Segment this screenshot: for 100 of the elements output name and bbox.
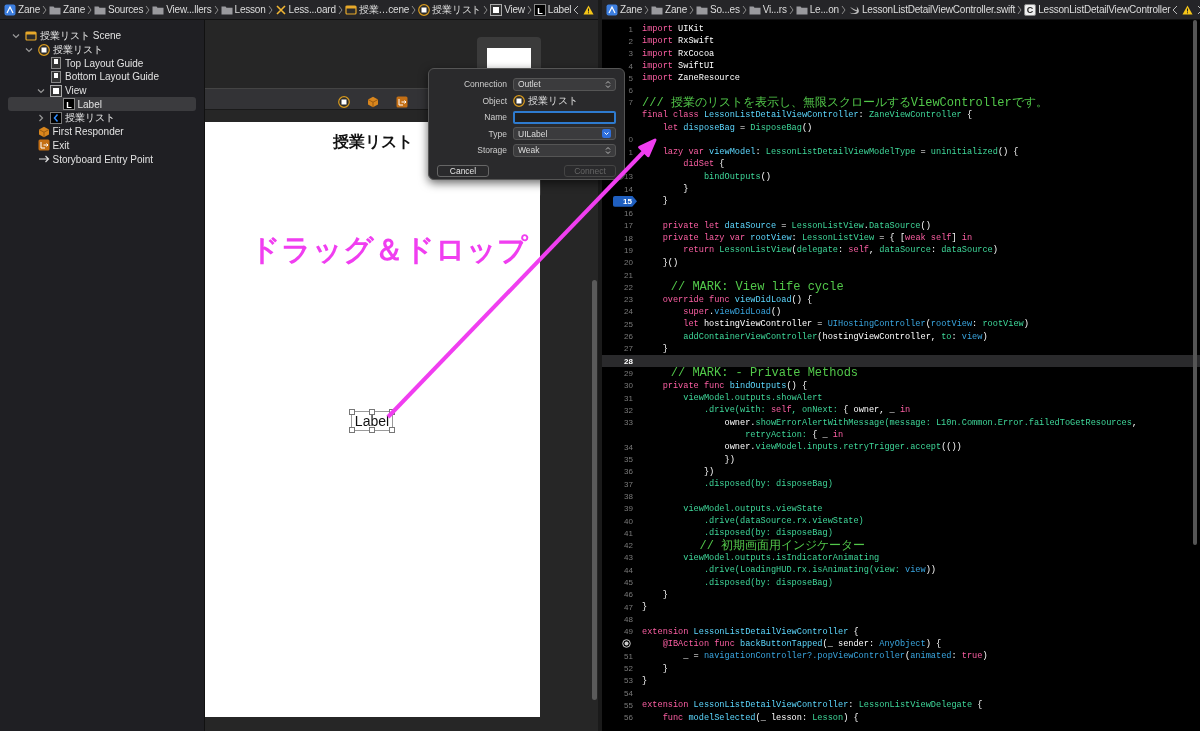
updown-chevron-icon (605, 145, 611, 155)
line-number: 23 (624, 295, 633, 305)
breadcrumb-item[interactable]: LessonListDetailViewController.swift (847, 3, 1016, 16)
code-line: lazy var viewModel: LessonListDetailViewModelType = uninitialized() { (661, 147, 1019, 158)
outline-item[interactable]: 授業リスト (8, 111, 196, 125)
line-number: 38 (624, 491, 633, 501)
breakpoint-badge[interactable]: 15 (613, 195, 637, 207)
line-number: 1 (628, 147, 633, 157)
breadcrumb-item[interactable]: C LessonListDetailViewController (1024, 3, 1171, 16)
line-number: 53 (624, 676, 633, 686)
chevron-icon (87, 4, 92, 15)
code-line: import RxSwift (642, 36, 715, 47)
breadcrumb-item[interactable]: Zane (606, 3, 642, 16)
code-line: let hostingViewController = UIHostingController(rootView: rootView) (682, 319, 1029, 330)
code-line: } (661, 589, 668, 600)
chevron-icon (411, 4, 417, 15)
selected-label[interactable]: Label (352, 412, 392, 430)
navigation-title: 授業リスト (332, 132, 413, 153)
breadcrumb-item[interactable]: 授業リスト (418, 2, 482, 17)
line-number: 6 (628, 86, 633, 96)
dropdown-icon[interactable] (602, 129, 611, 139)
code-line: }() (661, 257, 679, 268)
code-line: .disposed(by: disposeBag) (702, 479, 833, 490)
name-field[interactable] (513, 110, 616, 124)
field-label: Storage (476, 145, 507, 156)
code-line: func modelSelected(_ lesson: Lesson) { (661, 712, 859, 723)
line-number: 35 (624, 455, 633, 465)
connection-circle-icon[interactable] (622, 639, 631, 649)
scrollbar[interactable] (592, 280, 597, 700)
code-line: } (682, 184, 689, 194)
code-line: .disposed(by: disposeBag) (702, 577, 833, 588)
breadcrumb-item[interactable]: Lesson (220, 3, 266, 16)
line-number: 2 (628, 36, 633, 46)
line-number: 25 (624, 319, 633, 329)
warning-icon[interactable] (583, 4, 595, 15)
line-number: 56 (624, 713, 633, 723)
line-number: 33 (624, 418, 633, 428)
code-line: return LessonListView(delegate: self, dataSource: dataSource) (682, 245, 998, 256)
breadcrumb-item[interactable]: Zane (4, 3, 40, 16)
outline-item[interactable]: L Label (8, 97, 196, 112)
outline-item[interactable]: Storyboard Entry Point (8, 152, 196, 166)
code-line: private let dataSource = LessonListView.DataSource() (661, 220, 931, 231)
outline-item[interactable]: 授業リスト (8, 42, 196, 57)
code-line: import UIKit (642, 24, 704, 35)
code-line: extension LessonListDetailViewController: LessonListViewDelegate { (642, 700, 983, 711)
scrollbar[interactable] (1193, 20, 1197, 545)
code-line: .drive(dataSource.rx.viewState) (702, 516, 864, 526)
line-number: 26 (624, 332, 633, 342)
popup-button[interactable]: Outlet (513, 77, 616, 91)
breadcrumb-item[interactable]: Sources (94, 3, 144, 16)
breadcrumb-item[interactable]: Le...on (795, 3, 839, 16)
back-chevron-icon[interactable] (573, 4, 580, 15)
code-line: // MARK: - Private Methods (669, 367, 859, 380)
disclosure-icon[interactable] (37, 86, 45, 95)
code-line: override func viewDidLoad() { (661, 294, 813, 305)
scene-icon (25, 29, 37, 42)
code-line: let disposeBag = DisposeBag() (661, 122, 813, 133)
warning-icon[interactable] (1182, 4, 1194, 15)
breadcrumb-item[interactable]: View (490, 3, 525, 16)
outline-item[interactable]: Exit (8, 138, 196, 153)
dialog-button[interactable]: Cancel (437, 164, 489, 177)
back-chevron-icon[interactable] (1172, 4, 1179, 15)
line-number: 31 (624, 393, 633, 403)
line-number: 27 (624, 344, 633, 354)
field-label: Object (481, 95, 507, 106)
code-line: } (661, 343, 668, 354)
chevron-icon (483, 4, 489, 15)
app-icon (606, 3, 618, 16)
breadcrumb-item[interactable]: 授業…cene (344, 2, 410, 17)
outline-item[interactable]: Top Layout Guide (8, 56, 196, 71)
code-line: didSet { (682, 159, 725, 170)
popup-button[interactable]: Weak (513, 143, 616, 157)
code-line: viewModel.outputs.viewState (682, 503, 823, 514)
disclosure-icon[interactable] (12, 31, 20, 40)
line-number: 24 (624, 307, 633, 317)
class-icon: C (1024, 3, 1037, 16)
line-number: 54 (624, 688, 633, 698)
code-line: } (642, 675, 648, 686)
exit-icon (396, 96, 408, 108)
breadcrumb-item[interactable]: Vi...rs (748, 3, 787, 16)
disclosure-icon[interactable] (37, 113, 45, 122)
outline-item[interactable]: View (8, 83, 196, 98)
outline-item[interactable]: First Responder (8, 124, 196, 139)
line-number: 29 (624, 368, 633, 378)
field-label: Connection (463, 79, 507, 90)
breadcrumb-item[interactable]: Less...oard (274, 3, 336, 16)
code-line: .drive(LoadingHUD.rx.isAnimating(view: view)) (702, 565, 936, 576)
code-line: owner.viewModel.inputs.retryTrigger.accept(()) (723, 442, 962, 453)
breadcrumb-item[interactable]: L Label (533, 3, 572, 16)
breadcrumb-item[interactable]: So...es (696, 3, 740, 16)
breadcrumb-item[interactable]: View...llers (152, 3, 212, 16)
breadcrumb-item[interactable]: Zane (49, 3, 85, 16)
label-icon: L (533, 3, 546, 16)
line-number: 19 (624, 246, 633, 255)
breadcrumb-item[interactable]: Zane (651, 3, 687, 16)
type-combo-box[interactable]: UILabel (513, 127, 616, 141)
line-number: 3 (628, 49, 633, 59)
outline-item[interactable]: Bottom Layout Guide (8, 70, 196, 84)
outline-item[interactable]: 授業リスト Scene (8, 29, 196, 43)
disclosure-icon[interactable] (24, 45, 33, 54)
